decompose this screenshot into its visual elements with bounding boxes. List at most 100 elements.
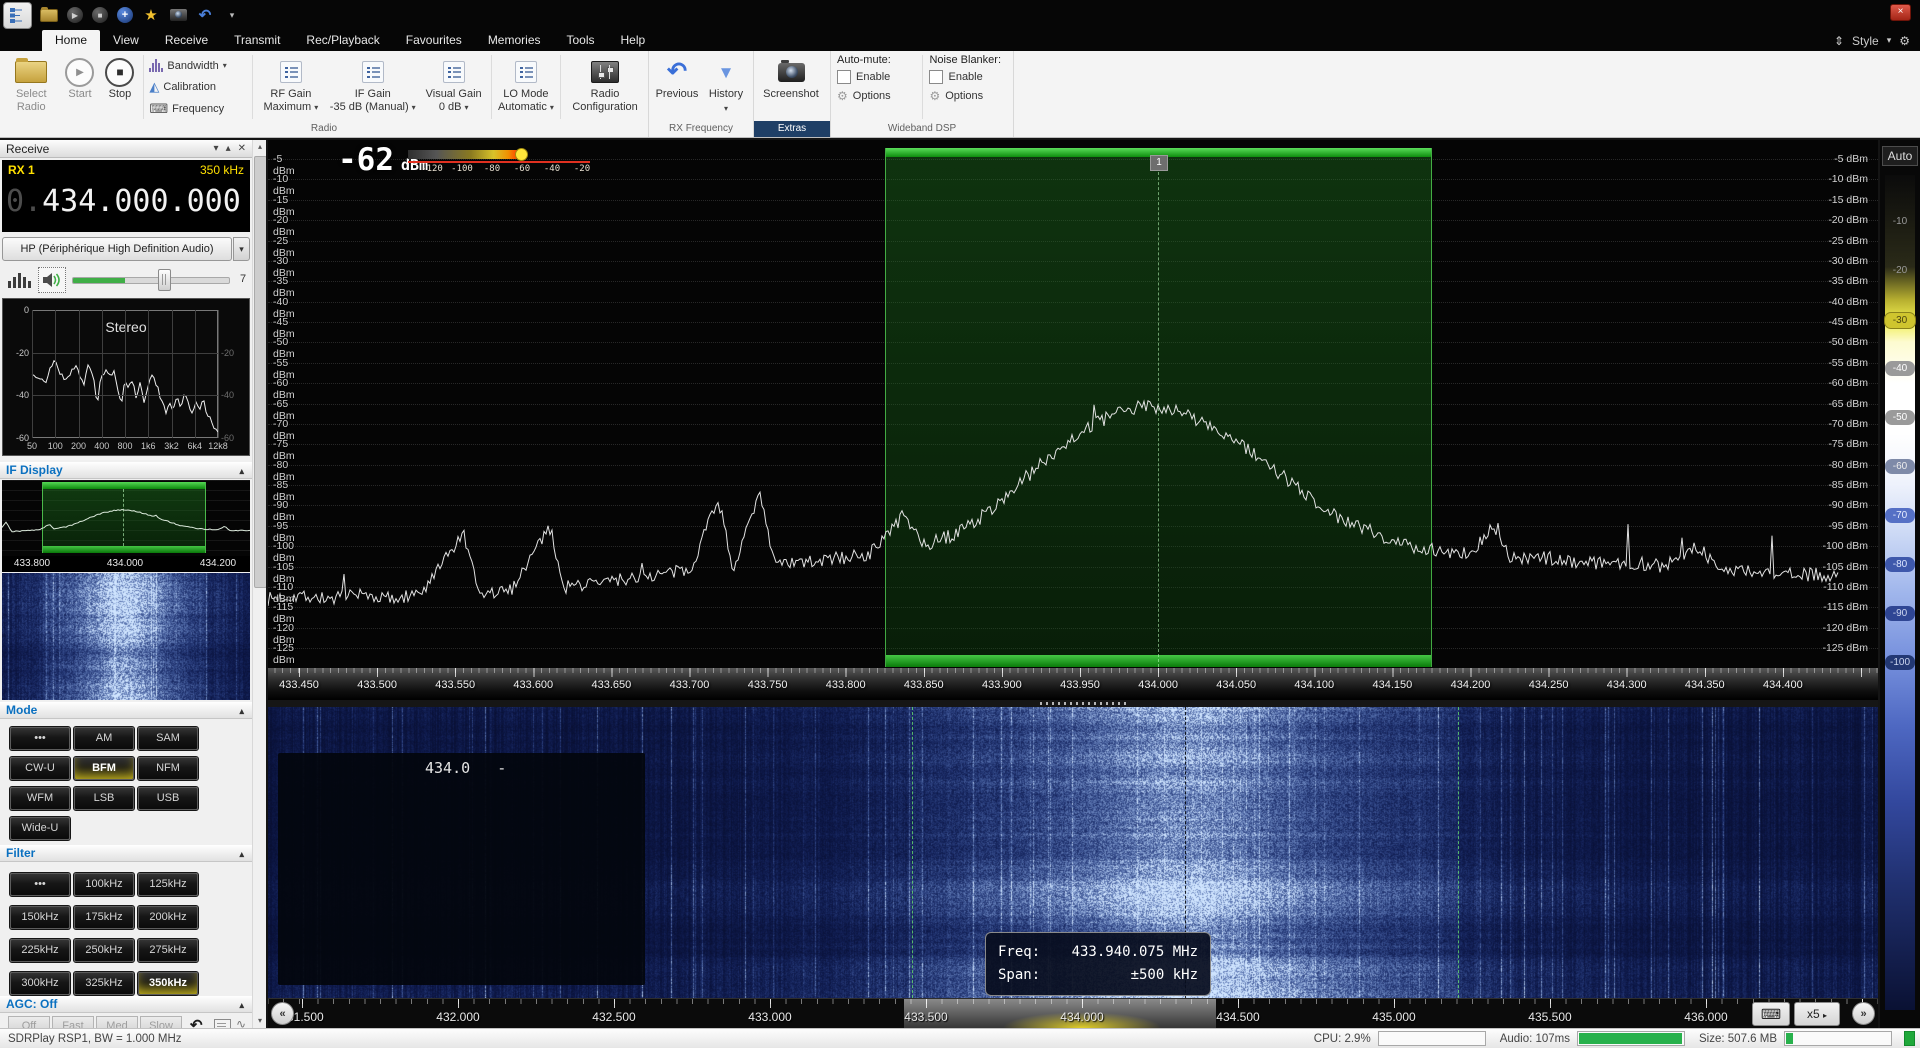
equalizer-icon[interactable] [8,270,31,288]
nav-keyboard-button[interactable]: ⌨ [1752,1002,1790,1026]
scroll-up-icon[interactable]: ▴ [253,140,266,154]
scroll-dots-indicator[interactable] [1040,702,1130,705]
filter-button-150khz[interactable]: 150kHz [10,906,70,929]
tab-tools[interactable]: Tools [554,30,608,51]
if-gain-button[interactable]: IF Gain -35 dB (Manual) ▾ [326,53,420,121]
previous-button[interactable]: ↶ Previous [651,53,703,121]
mode-button-wideu[interactable]: Wide-U [10,817,70,840]
note-icon[interactable] [214,1019,231,1028]
camera-icon[interactable] [169,6,187,24]
panel-collapse-icon[interactable]: ▴ [226,140,231,158]
mute-speaker-button[interactable] [38,267,66,293]
volume-slider[interactable] [72,277,230,284]
spectrum-display[interactable]: 1 -62dBm -120-100-80-60-40-20 -5 dBm-10 … [268,140,1878,700]
agc-button-med[interactable]: Med [96,1016,138,1028]
filter-button-250khz[interactable]: 250kHz [74,939,134,962]
settings-gear-icon[interactable]: ⚙ [1899,34,1910,48]
collapse-icon[interactable]: ▴ [239,463,244,480]
noise-blanker-options-button[interactable]: ⚙ Options [927,87,1009,104]
screenshot-button[interactable]: Screenshot [756,53,826,121]
agc-button-fast[interactable]: Fast [52,1016,94,1028]
nav-zoom-button[interactable]: x5 ▸ [1794,1002,1840,1026]
mode-button-bfm[interactable]: BFM [74,757,134,780]
left-panel-scrollbar[interactable]: ▴ ▾ [252,140,266,1028]
filter-button-275khz[interactable]: 275kHz [138,939,198,962]
filter-button-more[interactable]: ••• [10,873,70,896]
audio-device-caret-icon[interactable]: ▾ [233,237,250,261]
tab-rec-playback[interactable]: Rec/Playback [293,30,392,51]
filter-button-325khz[interactable]: 325kHz [74,972,134,995]
tab-memories[interactable]: Memories [475,30,554,51]
auto-mute-options-button[interactable]: ⚙ Options [835,87,917,104]
tab-home[interactable]: Home [42,30,100,51]
add-icon[interactable]: + [117,7,133,23]
tuned-frequency-digits[interactable]: 0.434.000.000 [6,184,246,219]
colorbar-tick[interactable]: -100 [1885,655,1915,670]
radio-configuration-button[interactable]: Radio Configuration [564,53,646,121]
tab-receive[interactable]: Receive [152,30,221,51]
history-button[interactable]: ▼ History ▾ [703,53,749,121]
rx-marker[interactable]: 1 [1150,155,1168,171]
filter-button-200khz[interactable]: 200kHz [138,906,198,929]
calibration-button[interactable]: ◭ Calibration [149,78,248,96]
if-waterfall[interactable] [2,573,250,700]
lo-mode-button[interactable]: LO Mode Automatic▾ [495,53,557,121]
play-icon[interactable]: ▶ [67,7,83,23]
colorbar-tick[interactable]: -60 [1885,459,1915,474]
colorbar-tick[interactable]: -70 [1885,508,1915,523]
panel-menu-caret-icon[interactable]: ▾ [214,140,219,158]
mode-button-am[interactable]: AM [74,727,134,750]
start-button[interactable]: ▶ Start [60,53,99,121]
colorbar-tick[interactable]: -90 [1885,606,1915,621]
frequency-button[interactable]: ⌨ Frequency [149,100,248,118]
tab-help[interactable]: Help [608,30,659,51]
mode-button-lsb[interactable]: LSB [74,787,134,810]
palette-auto-button[interactable]: Auto [1882,146,1918,166]
colorbar-tick[interactable]: -80 [1885,557,1915,572]
colorbar-tick[interactable]: -30 [1884,312,1916,329]
collapse-icon[interactable]: ▴ [239,703,244,720]
mode-button-cwu[interactable]: CW-U [10,757,70,780]
close-button[interactable]: × [1890,4,1911,21]
tab-transmit[interactable]: Transmit [221,30,293,51]
waterfall-display[interactable]: 434.0 - Freq:433.940.075 MHz Span:±500 k… [268,707,1878,998]
back-arrow-icon[interactable]: ↶ [190,1016,203,1028]
if-spectrum-chart[interactable] [2,480,250,556]
mode-button-sam[interactable]: SAM [138,727,198,750]
mode-button-usb[interactable]: USB [138,787,198,810]
mode-button-nfm[interactable]: NFM [138,757,198,780]
qat-customize-caret-icon[interactable]: ▾ [223,6,241,24]
auto-mute-enable-checkbox[interactable]: Enable [835,68,917,85]
frequency-display[interactable]: RX 1 350 kHz 0.434.000.000 [2,160,250,232]
tab-favourites[interactable]: Favourites [393,30,475,51]
tab-view[interactable]: View [100,30,152,51]
nav-scroll-right-button[interactable]: » [1852,1002,1875,1025]
audio-device-select[interactable]: HP (Périphérique High Definition Audio) [2,237,232,261]
visual-gain-button[interactable]: Visual Gain 0 dB ▾ [420,53,488,121]
noise-blanker-enable-checkbox[interactable]: Enable [927,68,1009,85]
filter-button-175khz[interactable]: 175kHz [74,906,134,929]
style-caret-icon[interactable]: ▾ [1887,35,1892,46]
nav-scroll-left-button[interactable]: « [271,1002,294,1025]
filter-button-350khz[interactable]: 350kHz [138,972,198,995]
agc-button-off[interactable]: Off [8,1016,50,1028]
palette-gradient-bar[interactable] [1885,175,1915,1010]
scrollbar-thumb[interactable] [254,156,266,588]
frequency-navigation-bar[interactable]: 431.500432.000432.500433.000433.500434.0… [268,998,1878,1028]
agc-button-slow[interactable]: Slow [140,1016,182,1028]
filter-button-125khz[interactable]: 125kHz [138,873,198,896]
rf-gain-button[interactable]: RF Gain Maximum ▾ [256,53,326,121]
filter-button-300khz[interactable]: 300kHz [10,972,70,995]
style-menu[interactable]: Style [1852,34,1879,48]
app-menu-button[interactable] [3,2,32,29]
colorbar-tick[interactable]: -20 [1885,263,1915,278]
panel-close-icon[interactable]: ✕ [238,140,246,158]
undo-icon[interactable]: ↶ [196,6,214,24]
volume-slider-handle[interactable] [158,269,171,291]
mode-button-more[interactable]: ••• [10,727,70,750]
stop-icon[interactable]: ■ [92,7,108,23]
select-radio-button[interactable]: Select Radio [2,53,60,121]
scroll-down-icon[interactable]: ▾ [253,1014,266,1028]
filter-button-100khz[interactable]: 100kHz [74,873,134,896]
style-arrows-icon[interactable]: ⇕ [1834,34,1844,48]
